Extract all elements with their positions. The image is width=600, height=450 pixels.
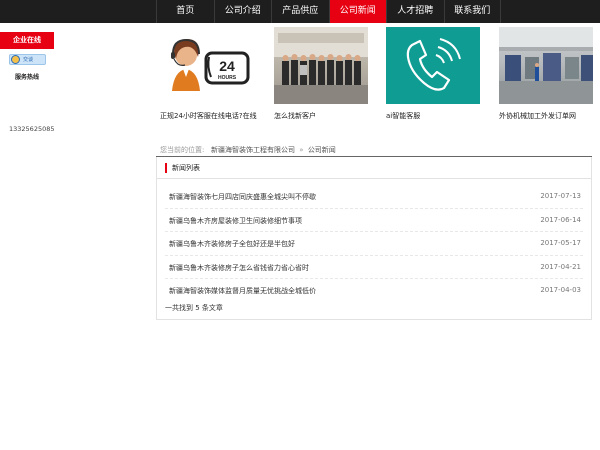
breadcrumb-separator: » (299, 146, 304, 154)
news-list: 新疆海智装饰七月四店同庆盛惠全城尖叫不停歇 2017-07-13 新疆乌鲁木齐房… (157, 185, 591, 303)
card-caption[interactable]: ai智能客服 (386, 111, 420, 121)
card-caption[interactable]: 正规24小时客服在线电话?在线 (160, 111, 257, 121)
breadcrumb-company-link[interactable]: 新疆海智装饰工程有限公司 (211, 146, 295, 154)
breadcrumb: 您当前的位置: 新疆海智装饰工程有限公司 » 公司新闻 (160, 145, 336, 155)
nav-item-products[interactable]: 产品供应 (271, 0, 329, 23)
team-photo-image[interactable] (274, 27, 368, 104)
qq-chat-label: 交谈 (23, 57, 34, 63)
qq-chat-button[interactable]: 交谈 (9, 54, 46, 65)
factory-photo-image[interactable] (499, 27, 593, 104)
news-title-link[interactable]: 新疆海智装饰七月四店同庆盛惠全城尖叫不停歇 (169, 192, 316, 202)
news-date: 2017-07-13 (540, 192, 581, 200)
qq-badge[interactable]: 交谈 (9, 54, 46, 65)
hotline-label: 服务热线 (15, 74, 40, 81)
online-service-panel: 企业在线 交谈 服务热线 13325625085 (0, 32, 55, 133)
news-title-link[interactable]: 新疆乌鲁木齐房屋装修卫生间装修细节事项 (169, 216, 302, 226)
nav-item-news[interactable]: 公司新闻 (328, 0, 386, 23)
news-list-title: 新闻列表 (172, 164, 200, 172)
nav-item-home[interactable]: 首页 (156, 0, 214, 23)
news-row[interactable]: 新疆乌鲁木齐装修房子全包好还是半包好 2017-05-17 (165, 232, 583, 256)
svg-text:24: 24 (219, 58, 235, 74)
header-accent-bar (165, 163, 167, 173)
phone-icon-image[interactable] (386, 27, 480, 104)
news-date: 2017-04-21 (540, 262, 581, 271)
top-nav-bar: 首页 公司介绍 产品供应 公司新闻 人才招聘 联系我们 (0, 0, 600, 23)
news-row[interactable]: 新疆海智装饰七月四店同庆盛惠全城尖叫不停歇 2017-07-13 (165, 185, 583, 209)
article-count: 一共找到 5 条文章 (165, 304, 223, 312)
nav-item-contact[interactable]: 联系我们 (443, 0, 501, 23)
qq-avatar-icon (11, 55, 20, 64)
news-row[interactable]: 新疆海智装饰媒体监督月质量无忧挑战全城低价 2017-04-03 (165, 279, 583, 303)
featured-card[interactable]: 外协机械加工外发订单网 (499, 27, 593, 120)
news-date: 2017-06-14 (540, 215, 581, 224)
customer-service-24-hours-image[interactable]: 24 HOURS (160, 27, 254, 104)
news-title-link[interactable]: 新疆海智装饰媒体监督月质量无忧挑战全城低价 (169, 286, 316, 296)
card-caption[interactable]: 怎么找新客户 (274, 111, 316, 121)
online-service-title: 企业在线 (0, 32, 54, 49)
featured-card[interactable]: 24 HOURS 正规24小时客服在线电话?在线 (160, 27, 257, 120)
news-list-panel: 新闻列表 新疆海智装饰七月四店同庆盛惠全城尖叫不停歇 2017-07-13 新疆… (156, 157, 592, 320)
featured-card[interactable]: 怎么找新客户 (274, 27, 368, 120)
hotline-number: 13325625085 (9, 125, 55, 133)
breadcrumb-current[interactable]: 公司新闻 (308, 146, 336, 154)
main-nav: 首页 公司介绍 产品供应 公司新闻 人才招聘 联系我们 (156, 0, 501, 23)
news-title-link[interactable]: 新疆乌鲁木齐装修房子全包好还是半包好 (169, 239, 295, 249)
card-caption[interactable]: 外协机械加工外发订单网 (499, 111, 576, 121)
news-date: 2017-05-17 (540, 239, 581, 247)
news-date: 2017-04-03 (540, 286, 581, 294)
news-title-link[interactable]: 新疆乌鲁木齐装修房子怎么省钱省力省心省时 (169, 263, 309, 273)
news-row[interactable]: 新疆乌鲁木齐装修房子怎么省钱省力省心省时 2017-04-21 (165, 256, 583, 279)
nav-item-careers[interactable]: 人才招聘 (386, 0, 444, 23)
svg-text:HOURS: HOURS (218, 75, 237, 81)
featured-card[interactable]: ai智能客服 (386, 27, 480, 120)
news-row[interactable]: 新疆乌鲁木齐房屋装修卫生间装修细节事项 2017-06-14 (165, 209, 583, 232)
breadcrumb-prefix: 您当前的位置: (160, 146, 205, 154)
news-list-header: 新闻列表 (157, 157, 591, 179)
nav-item-about[interactable]: 公司介绍 (213, 0, 272, 23)
